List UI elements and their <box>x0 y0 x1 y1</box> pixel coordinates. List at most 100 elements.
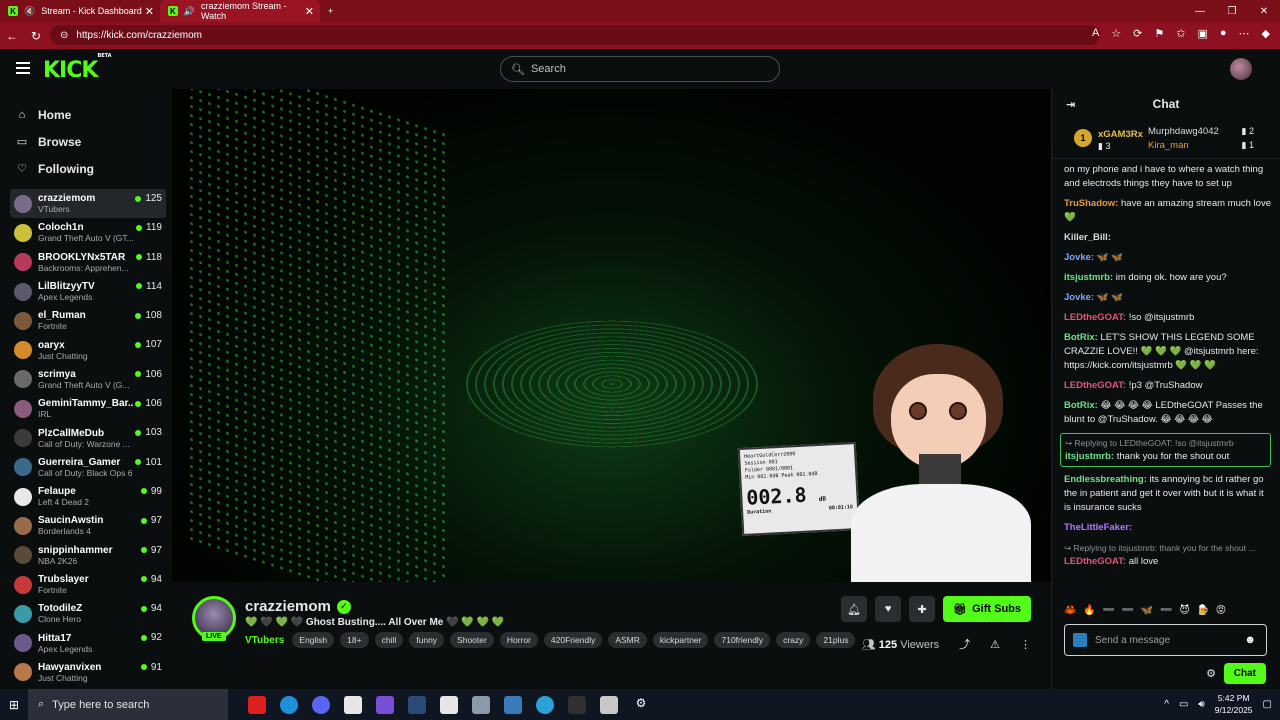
chat-username[interactable]: TruShadow: <box>1064 198 1118 209</box>
chat-settings-icon[interactable]: ⚙ <box>1206 667 1216 680</box>
chat-message[interactable]: BotRix: 😂 😂 😂 😂 LEDtheGOAT Passes the bl… <box>1064 399 1271 427</box>
chat-username[interactable]: BotRix: <box>1064 332 1098 343</box>
minimize-icon[interactable]: — <box>1184 0 1216 22</box>
discord-icon[interactable] <box>312 695 330 714</box>
channel-item[interactable]: BROOKLYNx5TAR Backrooms: Apprehen... 118 <box>10 248 166 277</box>
chat-username[interactable]: LEDtheGOAT: <box>1064 556 1126 567</box>
notifications-icon[interactable]: ▢ <box>1263 699 1272 710</box>
channel-item[interactable]: Coloch1n Grand Theft Auto V (GT... 119 <box>10 218 166 247</box>
emote-bar[interactable]: 🦀 🔥 ➖ ➖ 🦋 ➖ 😈 🍺 😡 <box>1064 605 1228 616</box>
site-info-icon[interactable]: ⊝ <box>60 30 68 41</box>
emoji-picker-icon[interactable]: ☻ <box>1244 634 1256 646</box>
file-icon[interactable] <box>440 695 458 714</box>
network-icon[interactable]: ▭ <box>1179 699 1188 710</box>
url-field[interactable]: ⊝ https://kick.com/crazziemom <box>50 25 1100 45</box>
notification-bell-button[interactable]: 🔔︎ <box>841 596 868 622</box>
chat-username[interactable]: LEDtheGOAT: <box>1064 380 1126 391</box>
clock[interactable]: 5:42 PM 9/12/2025 <box>1215 692 1253 716</box>
channel-item[interactable]: TotodileZ Clone Hero 94 <box>10 599 166 628</box>
channel-item[interactable]: Guerreira_Gamer Call of Duty: Black Ops 6… <box>10 453 166 482</box>
refresh-icon[interactable]: ↻ <box>24 29 48 43</box>
chat-message[interactable]: ↪ Replying to LEDtheGOAT: !so @itsjustmr… <box>1060 433 1271 467</box>
back-icon[interactable]: ← <box>0 29 24 43</box>
chat-message[interactable]: LEDtheGOAT: !p3 @TruShadow <box>1064 379 1271 393</box>
tray-arrow-icon[interactable]: ^ <box>1164 699 1169 710</box>
chat-message[interactable]: itsjustmrb: im doing ok. how are you? <box>1064 271 1271 285</box>
stream-category[interactable]: VTubers <box>245 635 284 646</box>
channel-item[interactable]: crazziemom VTubers 125 <box>10 189 166 219</box>
chat-username[interactable]: itsjustmrb: <box>1065 451 1114 462</box>
channel-item[interactable]: oaryx Just Chatting 107 <box>10 335 166 364</box>
channel-item[interactable]: LilBlitzyyTV Apex Legends 114 <box>10 277 166 306</box>
channel-item[interactable]: scrimya Grand Theft Auto V (G... 106 <box>10 365 166 394</box>
refresh-extension-icon[interactable]: ⟳ <box>1133 27 1142 40</box>
volume-icon[interactable]: 🔊︎ <box>1198 699 1204 710</box>
browser-tab-dashboard[interactable]: K 🔇 Stream - Kick Dashboard ✕ <box>0 0 160 22</box>
read-aloud-icon[interactable]: A <box>1092 27 1099 40</box>
send-chat-button[interactable]: Chat <box>1223 663 1266 684</box>
mute-icon[interactable]: 🔇 <box>24 6 35 17</box>
chat-message[interactable]: on my phone and i have to where a watch … <box>1064 163 1271 191</box>
settings-icon[interactable]: ⚙ <box>632 695 650 714</box>
edge-icon[interactable] <box>280 695 298 714</box>
favorites-icon[interactable]: ✩ <box>1176 27 1185 40</box>
chat-username[interactable]: Endlessbreathing: <box>1064 474 1147 485</box>
chat-username[interactable]: itsjustmrb: <box>1064 272 1113 283</box>
tag-chip[interactable]: ASMR <box>608 632 647 648</box>
profile-icon[interactable]: ● <box>1220 27 1227 40</box>
maximize-icon[interactable]: ❐ <box>1216 0 1248 22</box>
tag-chip[interactable]: funny <box>409 632 445 648</box>
app-icon[interactable] <box>472 695 490 714</box>
channel-item[interactable]: Felaupe Left 4 Dead 2 99 <box>10 482 166 511</box>
chat-message-input[interactable]: Send a message ☻ <box>1064 624 1267 656</box>
app-icon[interactable] <box>248 695 266 714</box>
tag-chip[interactable]: chill <box>374 632 404 648</box>
menu-icon[interactable] <box>16 62 30 77</box>
chat-username[interactable]: Jovke: <box>1064 252 1094 263</box>
chat-message[interactable]: ↪ Replying to itsjustmrb: thank you for … <box>1064 541 1271 569</box>
chat-username[interactable]: BotRix: <box>1064 400 1098 411</box>
chat-username[interactable]: Jovke: <box>1064 292 1094 303</box>
channel-item[interactable]: Hawyanvixen Just Chatting 91 <box>10 658 166 687</box>
tag-chip[interactable]: 21plus <box>816 632 856 648</box>
chat-message[interactable]: TheLittleFaker: <box>1064 521 1271 535</box>
close-tab-icon[interactable]: ✕ <box>145 5 154 18</box>
channel-item[interactable]: PlzCallMeDub Call of Duty: Warzone ... 103 <box>10 423 166 452</box>
more-options-icon[interactable]: ⋮ <box>1020 638 1031 651</box>
third-gifter-name[interactable]: Kira_man <box>1148 140 1189 151</box>
kick-logo[interactable]: KICKBETA <box>43 53 112 83</box>
chat-username[interactable]: Killer_Bill: <box>1064 232 1111 243</box>
tag-chip[interactable]: 18+ <box>340 632 369 648</box>
tag-chip[interactable]: crazy <box>776 632 811 648</box>
nav-home[interactable]: ⌂ Home <box>16 101 172 128</box>
channel-item[interactable]: Hitta17 Apex Legends 92 <box>10 628 166 657</box>
steam-icon[interactable] <box>408 695 426 714</box>
speaker-icon[interactable]: 🔊 <box>184 6 195 17</box>
browser-tab-watch[interactable]: K 🔊 crazziemom Stream - Watch ✕ <box>160 0 320 22</box>
channel-item[interactable]: GeminiTammy_Bar... IRL 106 <box>10 394 166 423</box>
channel-item[interactable]: SaucinAwstin Borderlands 4 97 <box>10 511 166 540</box>
follow-heart-button[interactable]: ♥ <box>875 596 902 622</box>
taskbar-search-input[interactable]: ⌕ Type here to search <box>28 689 228 720</box>
channel-item[interactable]: el_Ruman Fortnite 108 <box>10 306 166 335</box>
search-input[interactable]: 🔍︎ Search <box>500 56 780 82</box>
channel-item[interactable]: snippinhammer NBA 2K26 97 <box>10 541 166 570</box>
tag-chip[interactable]: kickpartner <box>652 632 709 648</box>
video-player[interactable]: HeartGoldCerr2000 Session 001 Folder 000… <box>172 89 1051 582</box>
clip-button[interactable]: ✚ <box>909 596 936 622</box>
close-tab-icon[interactable]: ✕ <box>305 5 314 18</box>
app-icon[interactable] <box>504 695 522 714</box>
nav-following[interactable]: ♡ Following <box>16 155 172 182</box>
gift-subs-button[interactable]: 🎁︎ Gift Subs <box>943 596 1031 622</box>
close-window-icon[interactable]: ✕ <box>1248 0 1280 22</box>
share-icon[interactable]: ⤴ <box>959 636 970 652</box>
app-icon[interactable] <box>568 695 586 714</box>
chat-username[interactable]: TheLittleFaker: <box>1064 522 1132 533</box>
tag-chip[interactable]: English <box>292 632 335 648</box>
file-icon[interactable] <box>344 695 362 714</box>
copilot-icon[interactable]: ◆ <box>1262 27 1270 40</box>
extension-icon[interactable]: ⚑ <box>1154 27 1164 40</box>
streamer-name[interactable]: crazziemom <box>245 598 331 615</box>
chat-message[interactable]: Endlessbreathing: its annoying bc id rat… <box>1064 473 1271 515</box>
app-icon[interactable] <box>600 695 618 714</box>
